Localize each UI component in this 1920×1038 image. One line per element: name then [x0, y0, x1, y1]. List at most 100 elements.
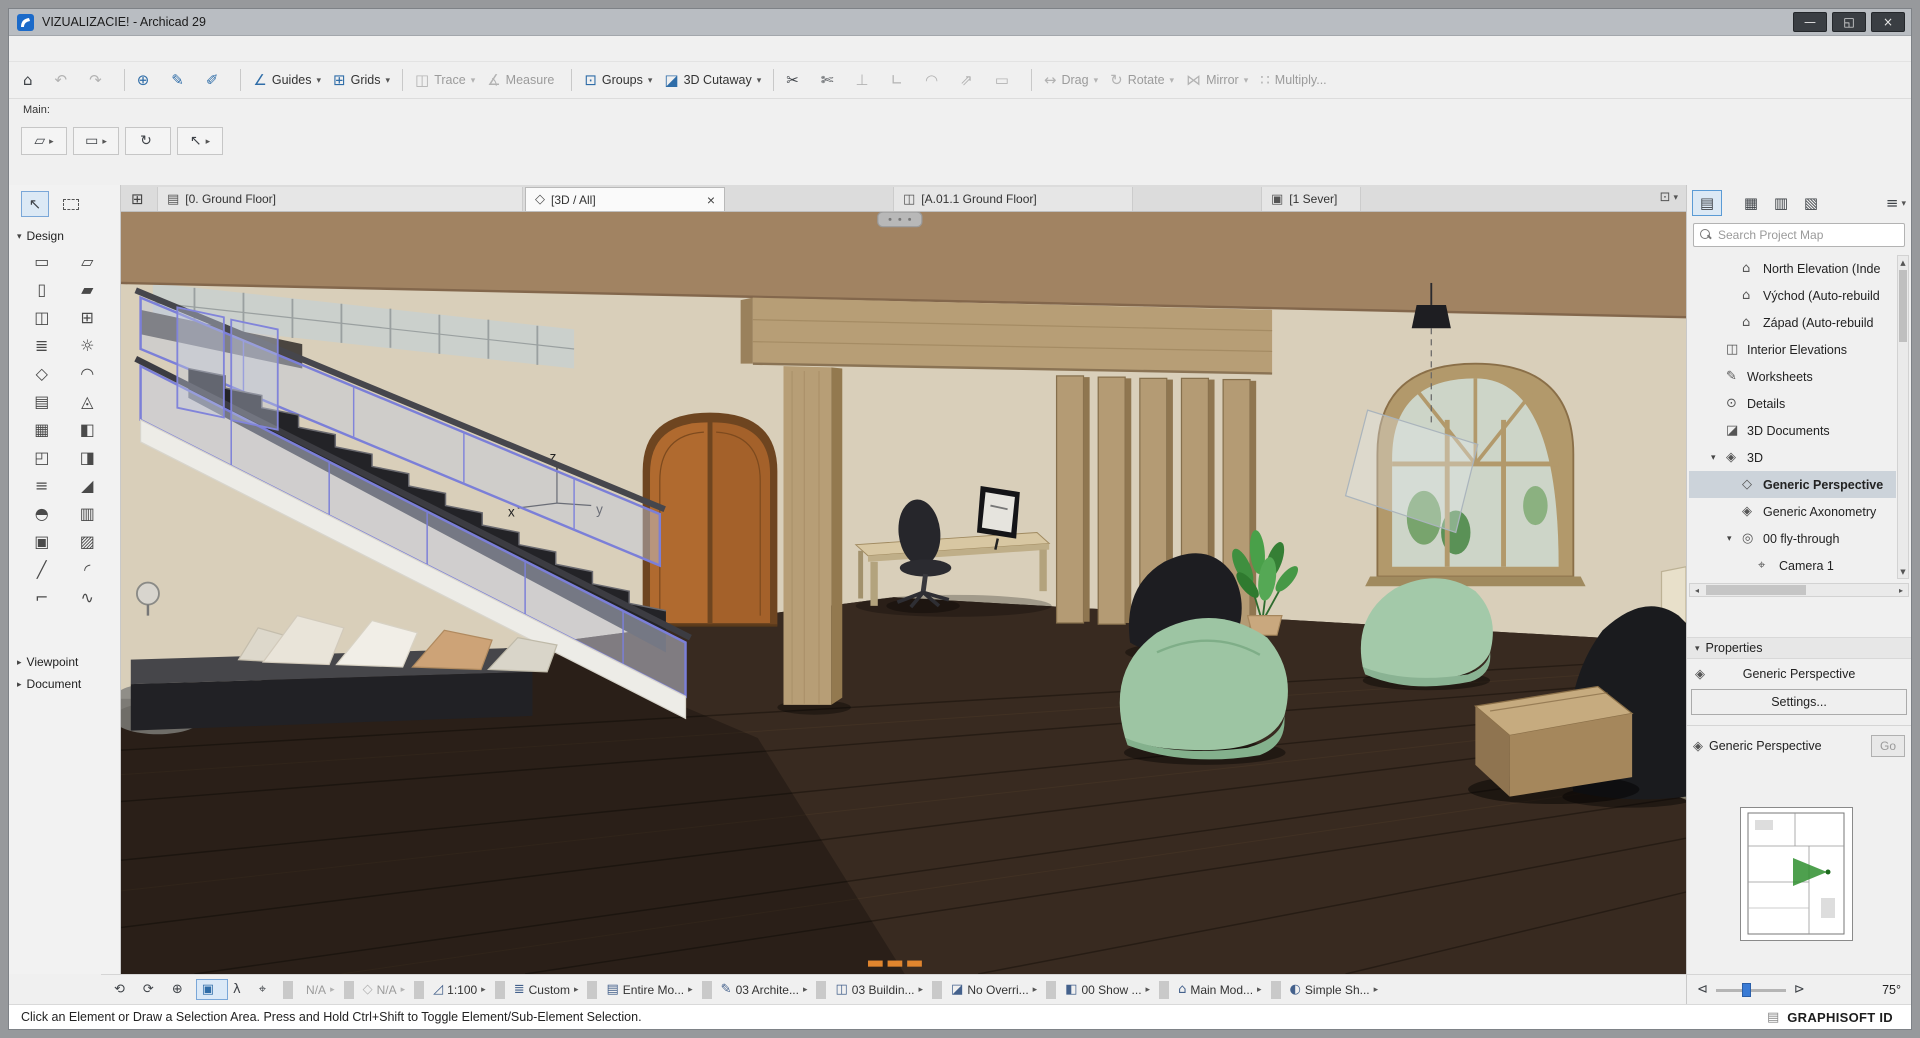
line-tool[interactable]: ╱ [19, 555, 65, 583]
details[interactable]: ⊙ Details [1689, 390, 1896, 417]
selection-group[interactable]: ▭ ▸ [73, 127, 119, 155]
graphic-override[interactable]: ◪ No Overri... ▸ [946, 980, 1042, 999]
toolbox-section-document[interactable]: ▸ Document [9, 673, 120, 695]
shadow-settings[interactable]: ◐ Simple Sh... ▸ [1285, 980, 1384, 999]
quick-option[interactable] [414, 981, 424, 999]
zapad-elevation[interactable]: ⌂ Západ (Auto-rebuild [1689, 309, 1896, 336]
arrow-tool-icon[interactable]: ↖ [21, 191, 49, 217]
column-tool[interactable]: ▯ [19, 275, 65, 303]
layout-book-icon[interactable]: ▥ [1766, 190, 1796, 216]
pen-set[interactable]: ▤ Entire Mo... ▸ [601, 980, 697, 999]
quick-option[interactable] [1271, 981, 1281, 999]
curtain-wall-tool[interactable]: ▤ [19, 387, 65, 415]
toolbar-item[interactable] [773, 69, 774, 91]
quad-view-icon[interactable]: ⊞ [131, 190, 144, 208]
marquee-flyout[interactable]: ▱ ▸ [21, 127, 67, 155]
timber-column[interactable] [777, 366, 850, 715]
menu-item[interactable] [35, 45, 55, 53]
zoom-previous[interactable]: ⟲ [109, 980, 138, 999]
restore-button[interactable]: ◱ [1832, 12, 1866, 32]
expander-icon[interactable]: ▾ [1727, 533, 1737, 544]
stretch[interactable]: ▭ [989, 68, 1025, 92]
search-input[interactable] [1718, 228, 1898, 242]
vychod-elevation[interactable]: ⌂ Východ (Auto-rebuild [1689, 282, 1896, 309]
quick-option[interactable] [587, 981, 597, 999]
minimize-button[interactable]: — [1793, 12, 1827, 32]
fit-in-window[interactable]: ⌖ [254, 980, 279, 999]
fov-slider-thumb[interactable] [1742, 983, 1751, 997]
guides[interactable]: ∠ Guides ▾ [247, 68, 327, 92]
morph-tool[interactable]: ◬ [65, 387, 111, 415]
menu-item[interactable] [115, 45, 135, 53]
fov-narrow-icon[interactable]: ⊲ [1697, 982, 1708, 997]
window-tool[interactable]: ⊞ [65, 303, 111, 331]
menu-item[interactable] [155, 45, 175, 53]
lamp-tool[interactable]: ☼ [65, 331, 111, 359]
hscrollbar-thumb[interactable] [1706, 585, 1806, 595]
resize[interactable]: ⇗ [954, 68, 989, 92]
fill-tool[interactable]: ▨ [65, 527, 111, 555]
zone-tool[interactable]: ◧ [65, 415, 111, 443]
menu-item[interactable] [55, 45, 75, 53]
toolbar-item[interactable] [240, 69, 241, 91]
interior-elevations[interactable]: ◫ Interior Elevations [1689, 336, 1896, 363]
view-map-icon[interactable]: ▦ [1736, 190, 1766, 216]
expander-icon[interactable]: ▾ [1711, 452, 1721, 463]
toolbox-section-design[interactable]: ▾ Design [9, 225, 120, 247]
stair-tool[interactable]: ≣ [19, 331, 65, 359]
renovation-filter[interactable]: ◧ 00 Show ... ▸ [1060, 980, 1155, 999]
coffee-table[interactable] [1468, 687, 1639, 804]
home[interactable]: ⌂ [17, 68, 49, 92]
zoom-to-selection[interactable]: ⊕ [131, 68, 166, 92]
menu-item[interactable] [175, 45, 195, 53]
redo[interactable]: ↷ [83, 68, 118, 92]
dimension-style[interactable]: ✎ 03 Archite... ▸ [716, 980, 813, 999]
generic-axonometry[interactable]: ◈ Generic Axonometry [1689, 498, 1896, 525]
skylight-tool[interactable]: ◓ [19, 499, 65, 527]
rotate[interactable]: ↻ Rotate ▾ [1104, 68, 1180, 92]
menu-item[interactable] [75, 45, 95, 53]
arrow-tool[interactable]: ↖ ▸ [177, 127, 223, 155]
quick-option[interactable] [283, 981, 293, 999]
arched-door[interactable] [643, 413, 778, 626]
undo[interactable]: ↶ [49, 68, 84, 92]
toolbar-item[interactable] [124, 69, 125, 91]
quick-option[interactable] [495, 981, 505, 999]
titlebar[interactable]: VIZUALIZACIE! - Archicad 29 — ◱ × [9, 9, 1911, 36]
toolbox-section-viewpoint[interactable]: ▸ Viewpoint [9, 651, 120, 673]
walk-mode[interactable]: λ [228, 980, 254, 999]
fov-wide-icon[interactable]: ⊳ [1794, 982, 1805, 997]
camera-1[interactable]: ⌖ Camera 1 [1689, 552, 1896, 579]
wall-tool[interactable]: ▭ [19, 247, 65, 275]
zoom-in[interactable]: ⊕ [167, 980, 196, 999]
arc-tool[interactable]: ◜ [65, 555, 111, 583]
rotate-view[interactable]: ↻ [125, 127, 171, 155]
tab-3d-all[interactable]: ◇ [3D / All] × [525, 187, 725, 211]
worksheets[interactable]: ✎ Worksheets [1689, 363, 1896, 390]
grids[interactable]: ⊞ Grids ▾ [327, 68, 396, 92]
tree-scrollbar[interactable]: ▲ ▼ [1897, 255, 1909, 579]
object-tool[interactable]: ◰ [19, 443, 65, 471]
menu-item[interactable] [95, 45, 115, 53]
fillet[interactable]: ◠ [919, 68, 954, 92]
pick-up-parameters[interactable]: ✎ [165, 68, 200, 92]
structure-display[interactable]: ◫ 03 Buildin... ▸ [830, 980, 928, 999]
tab-ground-floor[interactable]: ▤ [0. Ground Floor] [157, 187, 523, 211]
generic-perspective[interactable]: ◇ Generic Perspective [1689, 471, 1896, 498]
zoom-level[interactable]: N/A ▸ [297, 981, 340, 999]
beam-tool[interactable]: ▰ [65, 275, 111, 303]
inject-parameters[interactable]: ✐ [200, 68, 235, 92]
publisher-icon[interactable]: ▧ [1796, 190, 1826, 216]
model-view-options[interactable]: ⌂ Main Mod... ▸ [1173, 980, 1267, 999]
settings-button[interactable]: Settings... [1691, 689, 1907, 715]
menu-item[interactable] [135, 45, 155, 53]
trim[interactable]: ✄ [815, 68, 850, 92]
shell-tool[interactable]: ◠ [65, 359, 111, 387]
quick-option[interactable] [702, 981, 712, 999]
add-viewpoint[interactable] [1695, 605, 1717, 625]
orientation[interactable]: ◇ N/A ▸ [358, 980, 411, 999]
grid-tool[interactable]: ▥ [65, 499, 111, 527]
north-elevation[interactable]: ⌂ North Elevation (Inde [1689, 255, 1896, 282]
trace[interactable]: ◫ Trace ▾ [409, 68, 481, 92]
go-button[interactable]: Go [1871, 735, 1905, 757]
